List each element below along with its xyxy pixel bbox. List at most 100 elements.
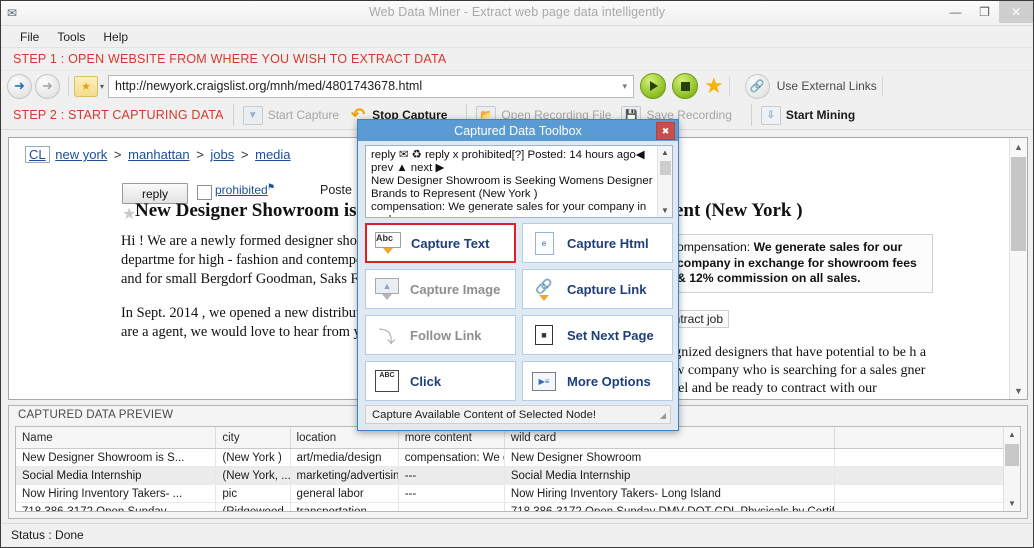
capture-text-label: Capture Text (411, 235, 490, 251)
link-icon: 🔗 (744, 73, 770, 99)
breadcrumb-sep-3: > (240, 147, 249, 162)
cell-empty (834, 484, 1020, 503)
url-dropdown-icon[interactable]: ▾ (619, 81, 630, 92)
post-title-continued: ent (New York ) (675, 200, 803, 221)
abc-text-icon: Abc (375, 232, 401, 254)
click-button[interactable]: ABC Click (365, 361, 516, 401)
grid-vertical-scrollbar[interactable]: ▲ ▼ (1003, 427, 1020, 511)
grid-scroll-up-icon[interactable]: ▲ (1004, 427, 1020, 442)
application-window: ✉ Web Data Miner - Extract web page data… (0, 0, 1034, 548)
breadcrumb-item-media[interactable]: media (255, 147, 290, 162)
cell-city: (New York, ... (215, 466, 291, 485)
table-row[interactable]: 718 386-3172 Open Sunday ... (Ridgewood … (16, 502, 1020, 511)
start-mining-button[interactable]: ⇩ Start Mining (760, 105, 856, 125)
captured-text-scrollbar[interactable]: ▲ ▼ (657, 146, 672, 217)
close-button[interactable]: ✕ (999, 1, 1033, 23)
dialog-title-bar[interactable]: Captured Data Toolbox ✖ (358, 120, 678, 141)
resize-grip-icon[interactable]: ◢ (660, 411, 666, 420)
restore-button[interactable]: ❐ (970, 1, 999, 23)
start-capture-icon: ▼ (242, 105, 263, 125)
window-title: Web Data Miner - Extract web page data i… (368, 5, 666, 19)
toolbar-divider (68, 76, 69, 96)
cell-wild-card: Social Media Internship (504, 466, 835, 485)
compensation-prefix: ompensation: (677, 240, 754, 254)
window-frame: ✉ Web Data Miner - Extract web page data… (0, 0, 1034, 548)
posted-label: Poste (320, 183, 352, 197)
scroll-down-icon[interactable]: ▼ (1010, 382, 1027, 399)
stop-button[interactable] (672, 73, 699, 99)
text-scroll-down-icon[interactable]: ▼ (658, 204, 672, 217)
menu-file[interactable]: File (11, 28, 48, 46)
capture-text-button[interactable]: Abc Capture Text (365, 223, 516, 263)
url-input[interactable]: http://newyork.craigslist.org/mnh/med/48… (115, 79, 619, 93)
more-options-button[interactable]: ▶≡ More Options (522, 361, 673, 401)
chain-link-icon: 🔗 (532, 278, 556, 301)
capture-link-label: Capture Link (567, 281, 647, 297)
more-options-label: More Options (567, 373, 651, 389)
cell-empty (834, 466, 1020, 485)
cell-name: New Designer Showroom is S... (16, 448, 217, 467)
grid-scroll-down-icon[interactable]: ▼ (1004, 496, 1020, 511)
star-icon[interactable]: ★ (704, 75, 724, 97)
preview-grid[interactable]: Name city location more content wild car… (15, 426, 1021, 512)
capture-action-buttons: Abc Capture Text e Capture Html ▲ Captur… (365, 223, 673, 401)
menu-tools[interactable]: Tools (48, 28, 94, 46)
prohibited-checkbox[interactable] (197, 185, 212, 200)
cell-more-content: --- (398, 484, 505, 503)
use-external-links-button[interactable]: 🔗 Use External Links (744, 73, 877, 99)
column-header-name[interactable]: Name (16, 427, 217, 449)
cell-empty (834, 502, 1020, 511)
minimize-button[interactable]: — (941, 1, 970, 23)
table-row[interactable]: New Designer Showroom is S... (New York … (16, 448, 1020, 467)
flag-icon: ⚑ (267, 182, 276, 192)
table-row[interactable]: Now Hiring Inventory Takers- ... pic gen… (16, 484, 1020, 503)
html-doc-icon: e (532, 231, 556, 255)
capture-image-button[interactable]: ▲ Capture Image (365, 269, 516, 309)
prohibited-link[interactable]: prohibited (215, 183, 268, 197)
step2-label: STEP 2 : START CAPTURING DATA (13, 108, 224, 122)
set-next-page-button[interactable]: ■ Set Next Page (522, 315, 673, 355)
start-mining-label: Start Mining (785, 108, 856, 122)
cell-wild-card: 718 386-3172 Open Sunday DMV DOT CDL Phy… (504, 502, 835, 511)
capture-html-button[interactable]: e Capture Html (522, 223, 673, 263)
forward-arrow-icon[interactable]: ➜ (35, 73, 60, 99)
start-capture-label: Start Capture (267, 108, 340, 122)
step1-bar: STEP 1 : OPEN WEBSITE FROM WHERE YOU WIS… (1, 48, 1033, 71)
scroll-up-icon[interactable]: ▲ (1010, 138, 1027, 155)
mining-icon: ⇩ (760, 105, 781, 125)
text-scroll-up-icon[interactable]: ▲ (658, 146, 672, 159)
column-header-empty[interactable] (834, 427, 1020, 449)
status-text: Status : Done (11, 528, 84, 542)
url-combobox[interactable]: http://newyork.craigslist.org/mnh/med/48… (108, 74, 635, 98)
set-next-page-label: Set Next Page (567, 327, 654, 343)
breadcrumb-item-new-york[interactable]: new york (55, 147, 107, 162)
capture-image-label: Capture Image (410, 281, 501, 297)
menu-help[interactable]: Help (94, 28, 137, 46)
breadcrumb: CL new york > manhattan > jobs > media (25, 146, 293, 163)
text-scroll-thumb[interactable] (660, 161, 671, 175)
go-button[interactable] (640, 73, 667, 99)
table-row[interactable]: Social Media Internship (New York, ... m… (16, 466, 1020, 485)
title-bar: ✉ Web Data Miner - Extract web page data… (1, 1, 1033, 26)
chevron-down-icon[interactable]: ▾ (100, 82, 104, 91)
follow-link-button[interactable]: ⤵ Follow Link (365, 315, 516, 355)
browser-vertical-scrollbar[interactable]: ▲ ▼ (1009, 138, 1027, 399)
grid-scroll-thumb[interactable] (1005, 444, 1019, 466)
scroll-thumb[interactable] (1011, 157, 1026, 251)
capture-divider-1 (232, 104, 234, 126)
status-bar: Status : Done (2, 523, 1032, 546)
capture-html-label: Capture Html (567, 235, 649, 251)
captured-text-area[interactable]: reply ✉ ♻ reply x prohibited[?] Posted: … (365, 145, 673, 218)
close-icon[interactable]: ✖ (656, 122, 675, 140)
cell-location: marketing/advertisin... (290, 466, 399, 485)
cell-name: Social Media Internship (16, 466, 217, 485)
window-controls: — ❐ ✕ (941, 1, 1033, 25)
breadcrumb-home[interactable]: CL (25, 146, 50, 163)
column-header-city[interactable]: city (215, 427, 291, 449)
back-arrow-icon[interactable]: ➜ (7, 73, 32, 99)
favorites-star-icon[interactable]: ★ (74, 75, 98, 97)
breadcrumb-item-manhattan[interactable]: manhattan (128, 147, 189, 162)
breadcrumb-item-jobs[interactable]: jobs (210, 147, 234, 162)
capture-link-button[interactable]: 🔗 Capture Link (522, 269, 673, 309)
start-capture-button[interactable]: ▼ Start Capture (242, 105, 340, 125)
